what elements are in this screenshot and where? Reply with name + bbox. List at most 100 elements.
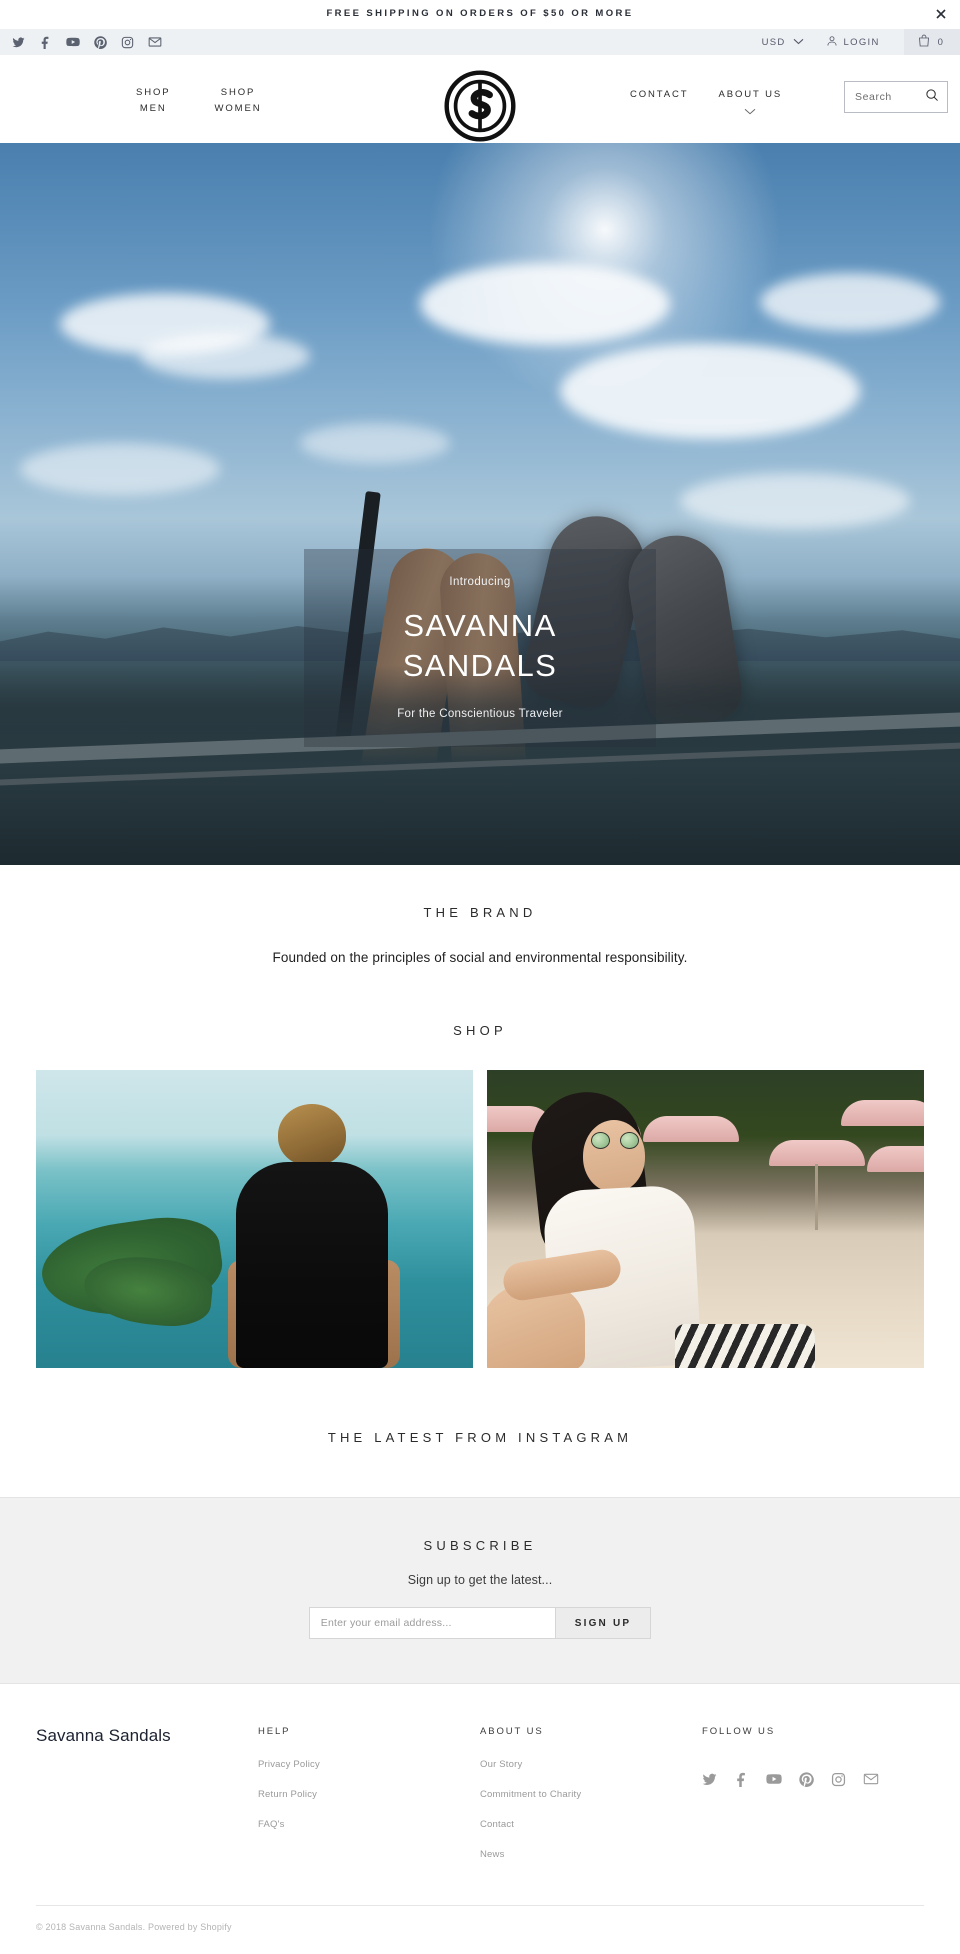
site-header: SHOP MEN SHOP WOMEN CONTACT ABOUT US xyxy=(0,55,960,143)
announcement-text: FREE SHIPPING ON ORDERS OF $50 OR MORE xyxy=(326,8,634,19)
umbrella-decoration xyxy=(643,1116,739,1142)
brand-section-title: THE BRAND xyxy=(423,905,537,920)
facebook-icon[interactable] xyxy=(39,36,52,49)
instagram-section: THE LATEST FROM INSTAGRAM xyxy=(0,1368,960,1497)
footer-link-faqs[interactable]: FAQ's xyxy=(258,1819,480,1830)
email-icon[interactable] xyxy=(148,35,162,49)
footer-columns: Savanna Sandals HELP Privacy Policy Retu… xyxy=(36,1726,924,1879)
email-icon[interactable] xyxy=(863,1771,879,1787)
pinterest-icon[interactable] xyxy=(94,35,107,49)
brand-section-subtitle: Founded on the principles of social and … xyxy=(272,950,688,965)
beach-blanket xyxy=(675,1324,815,1368)
sunglasses-icon xyxy=(591,1132,639,1149)
hero-pretitle: Introducing xyxy=(449,576,511,588)
site-logo[interactable] xyxy=(443,69,517,143)
footer-link-commitment-to-charity[interactable]: Commitment to Charity xyxy=(480,1789,702,1800)
footer-link-contact[interactable]: Contact xyxy=(480,1819,702,1830)
hero-banner[interactable]: Introducing SAVANNA SANDALS For the Cons… xyxy=(0,143,960,865)
nav-shop-men-line1: SHOP xyxy=(136,87,171,98)
cloud-decoration xyxy=(680,473,910,529)
cloud-decoration xyxy=(300,423,450,463)
shop-men-image xyxy=(36,1070,473,1368)
nav-about-us-label: ABOUT US xyxy=(718,89,783,100)
hero-title-line1: SAVANNA xyxy=(403,608,557,643)
nav-shop-women[interactable]: SHOP WOMEN xyxy=(215,85,262,117)
newsletter-form: SIGN UP xyxy=(0,1607,960,1639)
nav-shop-men[interactable]: SHOP MEN xyxy=(136,85,171,117)
copyright-text: © 2018 Savanna Sandals. Powered by Shopi… xyxy=(36,1922,232,1932)
shop-section-title: SHOP xyxy=(453,1023,507,1038)
umbrella-decoration xyxy=(867,1146,924,1172)
footer-follow-heading: FOLLOW US xyxy=(702,1726,776,1737)
footer-brand-column: Savanna Sandals xyxy=(36,1726,258,1879)
cloud-decoration xyxy=(420,263,670,345)
twitter-icon[interactable] xyxy=(12,36,25,49)
utility-right-group: USD LOGIN 0 xyxy=(762,29,960,55)
shop-women-image xyxy=(487,1070,924,1368)
cart-button[interactable]: 0 xyxy=(903,29,960,55)
primary-nav-left: SHOP MEN SHOP WOMEN xyxy=(136,85,262,117)
cloud-decoration xyxy=(20,443,220,495)
umbrella-decoration xyxy=(841,1100,924,1126)
utility-social-links xyxy=(12,35,162,49)
footer-help-heading: HELP xyxy=(258,1726,291,1737)
newsletter-subtitle: Sign up to get the latest... xyxy=(407,1573,553,1587)
currency-selector[interactable]: USD xyxy=(762,37,826,48)
instagram-icon[interactable] xyxy=(121,36,134,49)
close-icon[interactable] xyxy=(934,7,948,21)
footer-link-news[interactable]: News xyxy=(480,1849,702,1860)
model-body xyxy=(236,1162,388,1368)
model-head xyxy=(278,1104,346,1166)
nav-about-us[interactable]: ABOUT US xyxy=(719,87,783,121)
brand-section: THE BRAND Founded on the principles of s… xyxy=(0,865,960,965)
announcement-bar: FREE SHIPPING ON ORDERS OF $50 OR MORE xyxy=(0,0,960,29)
model-face xyxy=(583,1120,645,1192)
newsletter-section: SUBSCRIBE Sign up to get the latest... S… xyxy=(0,1497,960,1684)
footer-follow-column: FOLLOW US xyxy=(702,1726,924,1879)
facebook-icon[interactable] xyxy=(734,1772,749,1787)
utility-bar: USD LOGIN 0 xyxy=(0,29,960,55)
currency-label: USD xyxy=(761,36,786,48)
nav-contact-label: CONTACT xyxy=(630,89,689,100)
cart-count: 0 xyxy=(937,36,944,48)
nav-contact[interactable]: CONTACT xyxy=(630,87,689,103)
chevron-down-icon xyxy=(793,37,804,48)
footer-link-return-policy[interactable]: Return Policy xyxy=(258,1789,480,1800)
footer-link-our-story[interactable]: Our Story xyxy=(480,1759,702,1770)
instagram-icon[interactable] xyxy=(831,1772,846,1787)
page-root: FREE SHIPPING ON ORDERS OF $50 OR MORE U… xyxy=(0,0,960,1954)
shop-men-card[interactable] xyxy=(36,1070,473,1368)
shop-women-card[interactable] xyxy=(487,1070,924,1368)
cloud-decoration xyxy=(560,343,860,439)
search-box[interactable] xyxy=(844,81,948,113)
youtube-icon[interactable] xyxy=(66,35,80,49)
newsletter-email-input[interactable] xyxy=(308,1607,556,1639)
footer-about-column: ABOUT US Our Story Commitment to Charity… xyxy=(480,1726,702,1879)
nav-shop-men-line2: MEN xyxy=(139,103,167,114)
footer-social-links xyxy=(702,1771,924,1787)
pinterest-icon[interactable] xyxy=(799,1771,814,1787)
footer-brand-name[interactable]: Savanna Sandals xyxy=(36,1726,258,1746)
hero-title-line2: SANDALS xyxy=(402,648,558,683)
user-icon xyxy=(826,35,838,50)
hero-text-overlay: Introducing SAVANNA SANDALS For the Cons… xyxy=(304,549,656,747)
newsletter-signup-button[interactable]: SIGN UP xyxy=(555,1607,652,1639)
search-input[interactable] xyxy=(855,91,925,103)
instagram-section-title: THE LATEST FROM INSTAGRAM xyxy=(327,1430,633,1445)
footer-link-privacy-policy[interactable]: Privacy Policy xyxy=(258,1759,480,1770)
cloud-decoration xyxy=(760,273,940,331)
shop-card-grid xyxy=(0,1038,960,1368)
login-label: LOGIN xyxy=(843,36,880,48)
youtube-icon[interactable] xyxy=(766,1771,782,1787)
chevron-down-icon xyxy=(719,105,783,121)
shop-section: SHOP xyxy=(0,965,960,1368)
primary-nav-right: CONTACT ABOUT US xyxy=(630,87,782,121)
shopping-bag-icon xyxy=(918,34,930,50)
login-link[interactable]: LOGIN xyxy=(826,35,904,50)
twitter-icon[interactable] xyxy=(702,1772,717,1787)
search-icon[interactable] xyxy=(925,88,939,107)
nav-shop-women-line1: SHOP xyxy=(220,87,256,98)
footer-help-column: HELP Privacy Policy Return Policy FAQ's xyxy=(258,1726,480,1879)
footer-about-heading: ABOUT US xyxy=(480,1726,544,1737)
hero-subtitle: For the Conscientious Traveler xyxy=(397,708,563,720)
